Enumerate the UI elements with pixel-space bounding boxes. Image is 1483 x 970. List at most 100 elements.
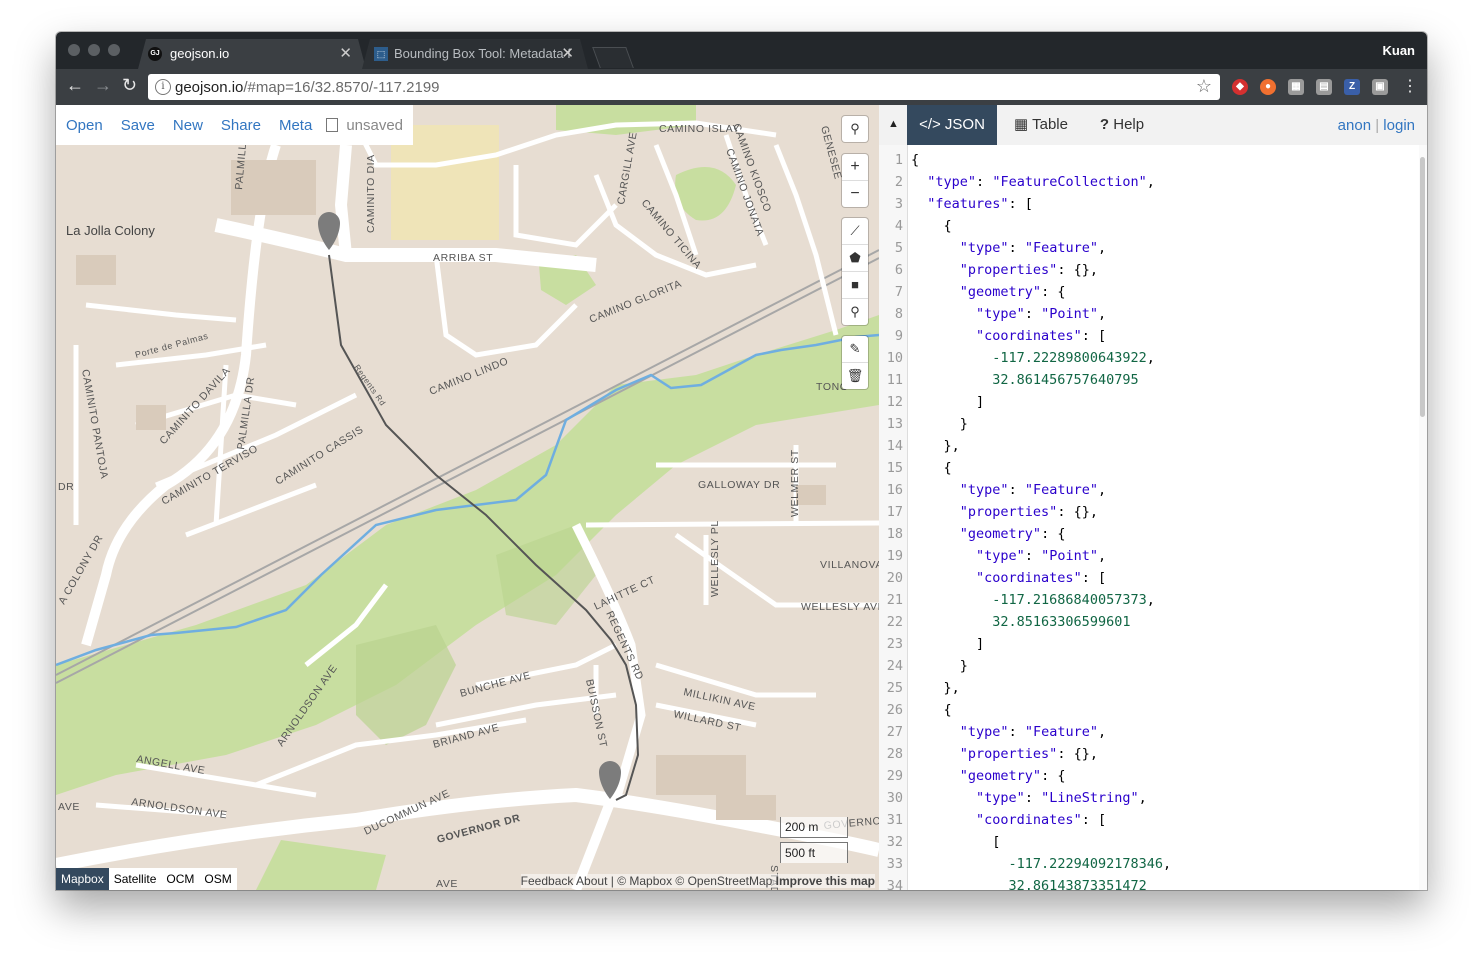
line-number: 2 — [894, 174, 903, 190]
feedback-link[interactable]: Feedback — [521, 874, 574, 888]
about-link[interactable]: About — [576, 874, 607, 888]
code-text: "type": "FeatureCollection", — [927, 174, 1155, 190]
line-number: 20 — [886, 570, 903, 586]
line-number: 23 — [886, 636, 903, 652]
line-number: 16 — [886, 482, 903, 498]
draw-line-icon[interactable]: ⟋ — [842, 218, 868, 245]
tab-geojson[interactable]: GJ geojson.io ✕ — [138, 39, 366, 69]
street-label: CAMINO LINDO — [428, 355, 511, 398]
map-view[interactable]: La Jolla Colony ARRIBA ST CAMINO ISLAY C… — [56, 105, 879, 890]
line-number: 18 — [886, 526, 903, 542]
forward-arrow-icon[interactable]: → — [94, 75, 112, 96]
code-text: "geometry": { — [959, 284, 1066, 300]
anon-link[interactable]: anon — [1338, 117, 1371, 134]
window-close-dot[interactable] — [68, 44, 80, 56]
street-label: ARNOLDSON AVE — [131, 796, 229, 821]
line-number: 8 — [894, 306, 903, 322]
note-icon[interactable]: ▣ — [1372, 79, 1388, 95]
improve-map-link[interactable]: Improve this map — [776, 874, 875, 888]
street-label: GENESEE — [818, 125, 844, 181]
layer-mapbox[interactable]: Mapbox — [56, 868, 109, 890]
zoom-control: + − — [842, 154, 868, 207]
copyright-text: | © Mapbox © OpenStreetMap — [610, 874, 773, 888]
street-label: CAMINO GLORITA — [588, 278, 684, 326]
tab-close-icon[interactable]: ✕ — [561, 44, 574, 62]
map-canvas[interactable]: La Jolla Colony ARRIBA ST CAMINO ISLAY C… — [56, 105, 879, 890]
url-text[interactable]: geojson.io/#map=16/32.8570/-117.2199 — [175, 79, 440, 96]
line-number: 12 — [886, 394, 903, 410]
tab-json-label: JSON — [944, 116, 985, 133]
map-attribution: Feedback About | © Mapbox © OpenStreetMa… — [520, 874, 875, 888]
street-label: GALLOWAY DR — [698, 479, 780, 491]
scrollbar-thumb[interactable] — [1420, 157, 1425, 417]
layer-satellite[interactable]: Satellite — [109, 868, 162, 890]
json-editor[interactable]: 1 {2 "type": "FeatureCollection", 3 "featu… — [879, 145, 1419, 890]
line-number: 19 — [886, 548, 903, 564]
new-link[interactable]: New — [173, 117, 203, 134]
reader-icon[interactable]: ▤ — [1316, 79, 1332, 95]
zotero-icon[interactable]: Z — [1344, 79, 1360, 95]
edit-layers-icon[interactable]: ✎ — [842, 336, 868, 363]
street-label: DR — [58, 481, 74, 493]
line-number: 1 — [894, 152, 903, 168]
layer-osm[interactable]: OSM — [199, 868, 236, 890]
profile-name[interactable]: Kuan — [1383, 43, 1416, 58]
scale-imperial: 500 ft — [780, 842, 848, 863]
line-number: 13 — [886, 416, 903, 432]
street-label: CAMINITO DIA — [365, 154, 377, 233]
tab-close-icon[interactable]: ✕ — [339, 44, 352, 62]
line-number: 4 — [894, 218, 903, 234]
line-number: 29 — [886, 768, 903, 784]
grid-icon[interactable]: ▦ — [1288, 79, 1304, 95]
window-maximize-dot[interactable] — [108, 44, 120, 56]
zoom-in-button[interactable]: + — [842, 154, 868, 181]
line-number: 9 — [894, 328, 903, 344]
tab-json[interactable]: </> JSON — [907, 105, 997, 145]
window-minimize-dot[interactable] — [88, 44, 100, 56]
tab-help[interactable]: ? Help — [1085, 105, 1159, 145]
back-arrow-icon[interactable]: ← — [66, 75, 84, 96]
zoom-out-button[interactable]: − — [842, 181, 868, 207]
reload-icon[interactable]: ↻ — [122, 75, 137, 96]
code-text: -117.21686840057373, — [992, 592, 1155, 608]
delete-layers-icon[interactable]: 🗑 — [842, 363, 868, 389]
search-icon[interactable]: ⚲ — [842, 116, 868, 142]
code-text: "type": "Feature", — [959, 240, 1107, 256]
tab-help-label: Help — [1113, 116, 1145, 133]
draw-rectangle-icon[interactable]: ■ — [842, 272, 868, 299]
code-text: 32.85163306599601 — [992, 614, 1131, 630]
line-number: 27 — [886, 724, 903, 740]
editor-scrollbar[interactable] — [1419, 145, 1427, 890]
code-text: "type": "Feature", — [959, 482, 1107, 498]
street-label: VILLANOVA — [820, 559, 879, 571]
open-link[interactable]: Open — [66, 117, 103, 134]
street-label: BUISSON ST — [583, 678, 609, 749]
meta-link[interactable]: Meta — [279, 117, 312, 134]
editor-panel: ▲ </> JSON ▦ Table ? Help anon | login 1… — [879, 105, 1427, 890]
code-text: "coordinates": [ — [976, 812, 1107, 828]
code-text: -117.22294092178346, — [1008, 856, 1172, 872]
code-text: "properties": {}, — [959, 504, 1098, 520]
code-text: "type": "Point", — [976, 306, 1107, 322]
street-label: CAMINITO PANTOJA — [79, 368, 110, 480]
collapse-panel-icon[interactable]: ▲ — [888, 118, 899, 130]
code-text: 32.86143873351472 — [1008, 878, 1147, 890]
bookmark-star-icon[interactable]: ☆ — [1196, 76, 1212, 97]
address-bar[interactable]: i geojson.io/#map=16/32.8570/-117.2199 ☆ — [148, 74, 1220, 100]
tab-table[interactable]: ▦ Table — [1001, 105, 1081, 145]
new-tab-button[interactable] — [592, 47, 634, 68]
chrome-menu-icon[interactable]: ⋮ — [1402, 76, 1418, 96]
draw-polygon-icon[interactable]: ⬟ — [842, 245, 868, 272]
reddit-icon[interactable]: ● — [1260, 79, 1276, 95]
ublock-icon[interactable]: ◆ — [1232, 79, 1248, 95]
share-link[interactable]: Share — [221, 117, 261, 134]
tab-bounding-box[interactable]: ⬚ Bounding Box Tool: Metadata f ✕ — [362, 39, 588, 69]
draw-marker-icon[interactable]: ⚲ — [842, 299, 868, 325]
code-text: } — [911, 658, 968, 674]
info-icon[interactable]: i — [155, 79, 171, 95]
line-number: 5 — [894, 240, 903, 256]
save-link[interactable]: Save — [121, 117, 155, 134]
line-number: 30 — [886, 790, 903, 806]
login-link[interactable]: login — [1383, 117, 1415, 134]
layer-ocm[interactable]: OCM — [161, 868, 199, 890]
